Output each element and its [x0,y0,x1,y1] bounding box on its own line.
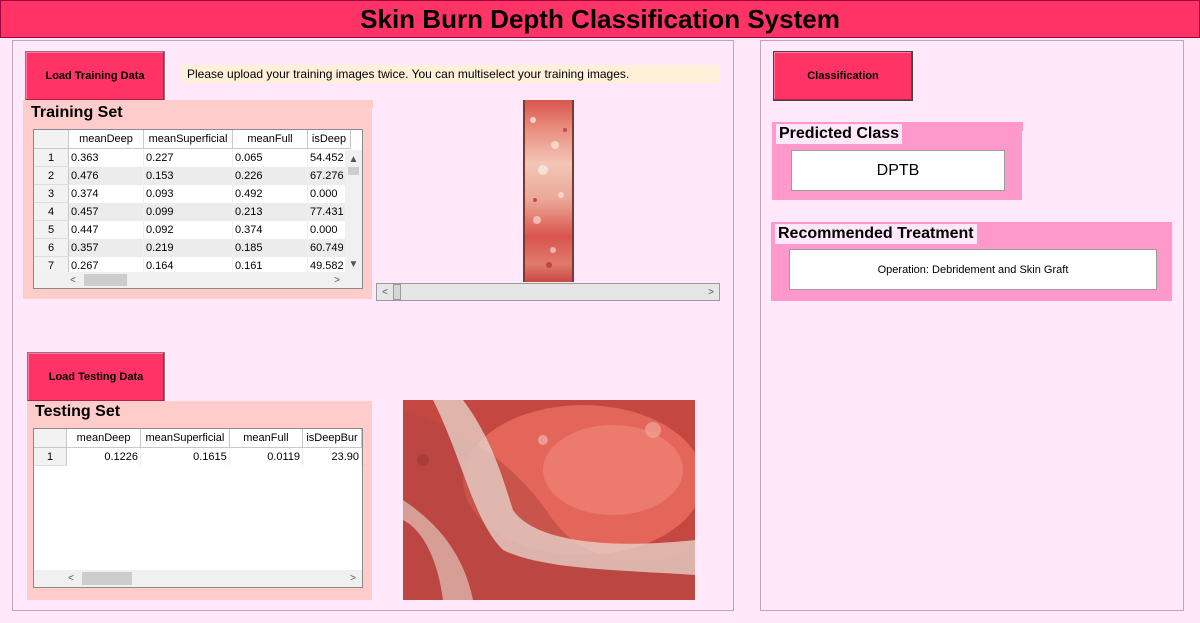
app-title: Skin Burn Depth Classification System [360,3,840,34]
training-set-title: Training Set [27,103,127,123]
slider-left-icon[interactable]: < [378,285,392,299]
load-training-data-button[interactable]: Load Training Data [25,51,165,101]
slider-thumb[interactable] [393,284,401,300]
upload-instructions: Please upload your training images twice… [181,65,719,83]
table-cell[interactable]: 0.374 [68,184,144,203]
burn-texture-graphic [530,117,567,268]
column-header[interactable]: meanDeep [68,130,144,149]
table-row[interactable]: 6 0.357 0.219 0.185 60.749 [34,238,351,257]
treatment-value: Operation: Debridement and Skin Graft [789,249,1157,290]
table-row[interactable]: 3 0.374 0.093 0.492 0.000 [34,184,351,203]
table-cell[interactable]: 0.492 [232,184,308,203]
column-header[interactable]: isDeepBur [302,429,362,448]
row-number: 1 [34,447,68,466]
scroll-right-icon[interactable]: > [330,273,344,287]
table-cell[interactable]: 0.092 [143,220,233,239]
training-table-header: meanDeep meanSuperficial meanFull isDeep [34,130,351,149]
testing-table[interactable]: meanDeep meanSuperficial meanFull isDeep… [33,428,363,588]
scroll-right-icon[interactable]: > [346,571,360,585]
table-cell[interactable]: 0.1226 [66,447,142,466]
scroll-down-icon[interactable]: ▼ [345,257,362,271]
scroll-left-icon[interactable]: < [64,571,78,585]
column-header[interactable]: meanFull [229,429,304,448]
predicted-class-title: Predicted Class [776,124,903,144]
table-cell[interactable]: 0.1615 [140,447,230,466]
table-cell[interactable]: 0.374 [232,220,308,239]
table-cell[interactable]: 0.0119 [229,447,304,466]
row-number: 1 [34,148,69,167]
row-number: 3 [34,184,69,203]
column-header[interactable]: isDeep [307,130,351,149]
table-cell[interactable]: 0.457 [68,202,144,221]
row-number: 6 [34,238,69,257]
table-row[interactable]: 5 0.447 0.092 0.374 0.000 [34,220,351,239]
training-image-preview [523,100,574,282]
scroll-left-icon[interactable]: < [66,273,80,287]
table-cell[interactable]: 0.227 [143,148,233,167]
table-cell[interactable]: 0.476 [68,166,144,185]
testing-set-title: Testing Set [31,402,125,422]
row-number: 4 [34,202,69,221]
column-header[interactable]: meanSuperficial [140,429,230,448]
predicted-class-value: DPTB [791,150,1005,191]
burn-photo-graphic [403,400,695,600]
column-header[interactable]: meanFull [232,130,308,149]
testing-image [403,400,695,600]
title-bar: Skin Burn Depth Classification System [0,0,1200,38]
load-testing-data-button[interactable]: Load Testing Data [27,352,165,402]
table-cell[interactable]: 0.153 [143,166,233,185]
table-cell[interactable]: 23.90 [302,447,362,466]
table-cell[interactable]: 0.219 [143,238,233,257]
table-cell[interactable]: 0.213 [232,202,308,221]
row-header-corner [34,130,69,149]
table-row[interactable]: 1 0.1226 0.1615 0.0119 23.90 [34,447,362,466]
table-row[interactable]: 1 0.363 0.227 0.065 54.452 [34,148,351,167]
treatment-title: Recommended Treatment [775,224,977,244]
vertical-scroll-thumb[interactable] [348,167,359,175]
table-cell[interactable]: 0.357 [68,238,144,257]
row-header-corner [34,429,68,448]
slider-right-icon[interactable]: > [704,285,718,299]
table-cell[interactable]: 0.447 [68,220,144,239]
column-header[interactable]: meanSuperficial [143,130,233,149]
column-header[interactable]: meanDeep [66,429,142,448]
testing-table-header: meanDeep meanSuperficial meanFull isDeep… [34,429,362,448]
table-cell[interactable]: 0.099 [143,202,233,221]
scroll-up-icon[interactable]: ▲ [345,152,362,166]
row-number: 2 [34,166,69,185]
table-row[interactable]: 4 0.457 0.099 0.213 77.431 [34,202,351,221]
table-row[interactable]: 2 0.476 0.153 0.226 67.276 [34,166,351,185]
table-cell[interactable]: 0.093 [143,184,233,203]
table-cell[interactable]: 0.363 [68,148,144,167]
table-cell[interactable]: 0.065 [232,148,308,167]
table-cell[interactable]: 0.226 [232,166,308,185]
horizontal-scroll-thumb[interactable] [84,274,127,286]
horizontal-scroll-thumb[interactable] [82,572,132,585]
image-slider[interactable] [376,283,720,301]
classification-button[interactable]: Classification [773,51,913,101]
training-table[interactable]: meanDeep meanSuperficial meanFull isDeep… [33,129,363,289]
row-number: 5 [34,220,69,239]
table-cell[interactable]: 0.185 [232,238,308,257]
